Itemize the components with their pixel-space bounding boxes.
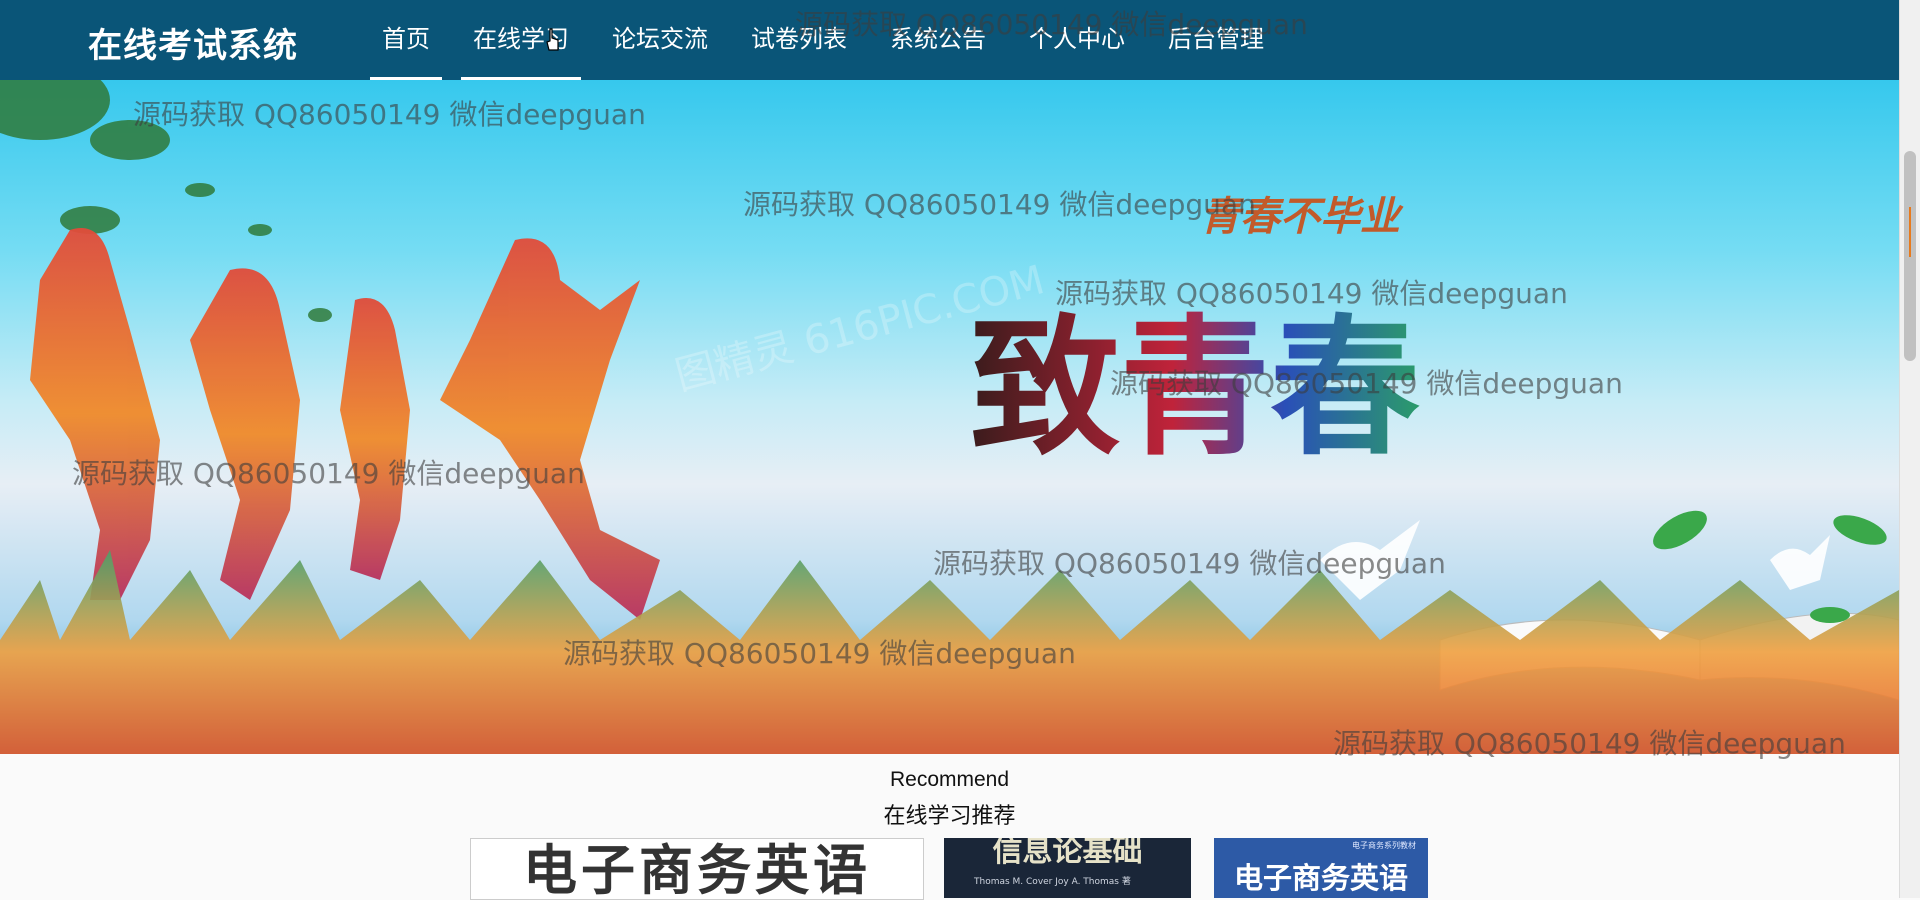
- nav-online-learning[interactable]: 在线学习: [461, 0, 581, 80]
- recommend-title-en: Recommend: [889, 768, 1010, 791]
- recommend-item-3[interactable]: 电子商务系列教材 电子商务英语: [1214, 838, 1428, 898]
- book-cover-title: 电子商务英语: [1233, 861, 1408, 895]
- hero-banner[interactable]: 青春不毕业 致青春 图精灵 616PIC.COM: [0, 80, 1899, 754]
- top-navbar: 在线考试系统 首页 在线学习 论坛交流 试卷列表 系统公告 个人中心 后台管理: [0, 0, 1899, 81]
- nav-announcements[interactable]: 系统公告: [878, 0, 998, 80]
- nav-forum[interactable]: 论坛交流: [600, 0, 720, 80]
- scroll-position-marker: [1909, 207, 1911, 257]
- recommend-item-1[interactable]: 电子商务英语: [470, 838, 924, 900]
- main-nav: 首页 在线学习 论坛交流 试卷列表 系统公告 个人中心 后台管理: [370, 0, 1295, 80]
- mouse-pointer-icon: [546, 28, 559, 51]
- banner-illustration: 青春不毕业 致青春 图精灵 616PIC.COM: [0, 80, 1899, 754]
- nav-admin[interactable]: 后台管理: [1156, 0, 1276, 80]
- recommend-item-2[interactable]: 信息论基础 Thomas M. Cover Joy A. Thomas 著: [944, 838, 1191, 898]
- site-brand[interactable]: 在线考试系统: [88, 18, 298, 67]
- recommend-title-cn: 在线学习推荐: [883, 804, 1016, 829]
- banner-title: 致青春: [970, 300, 1420, 476]
- book-cover-author: Thomas M. Cover Joy A. Thomas 著: [974, 877, 1131, 887]
- vertical-scrollbar[interactable]: [1899, 0, 1920, 898]
- book-cover-title: 信息论基础: [992, 838, 1143, 869]
- book-cover-title: 电子商务英语: [523, 839, 871, 900]
- nav-personal-center[interactable]: 个人中心: [1017, 0, 1137, 80]
- banner-subtitle: 青春不毕业: [1200, 193, 1404, 240]
- book-cover-series: 电子商务系列教材: [1352, 841, 1416, 850]
- nav-home[interactable]: 首页: [370, 0, 442, 80]
- nav-exam-list[interactable]: 试卷列表: [739, 0, 859, 80]
